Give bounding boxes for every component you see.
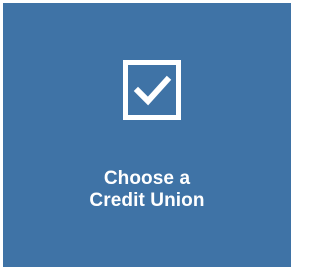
checkbox-checked-icon <box>123 60 181 120</box>
tile-label-line-2: Credit Union <box>89 190 205 211</box>
tile-label: Choose a Credit Union <box>3 168 291 212</box>
choose-credit-union-tile[interactable]: Choose a Credit Union <box>3 3 291 267</box>
tile-label-line-1: Choose a <box>103 168 191 189</box>
